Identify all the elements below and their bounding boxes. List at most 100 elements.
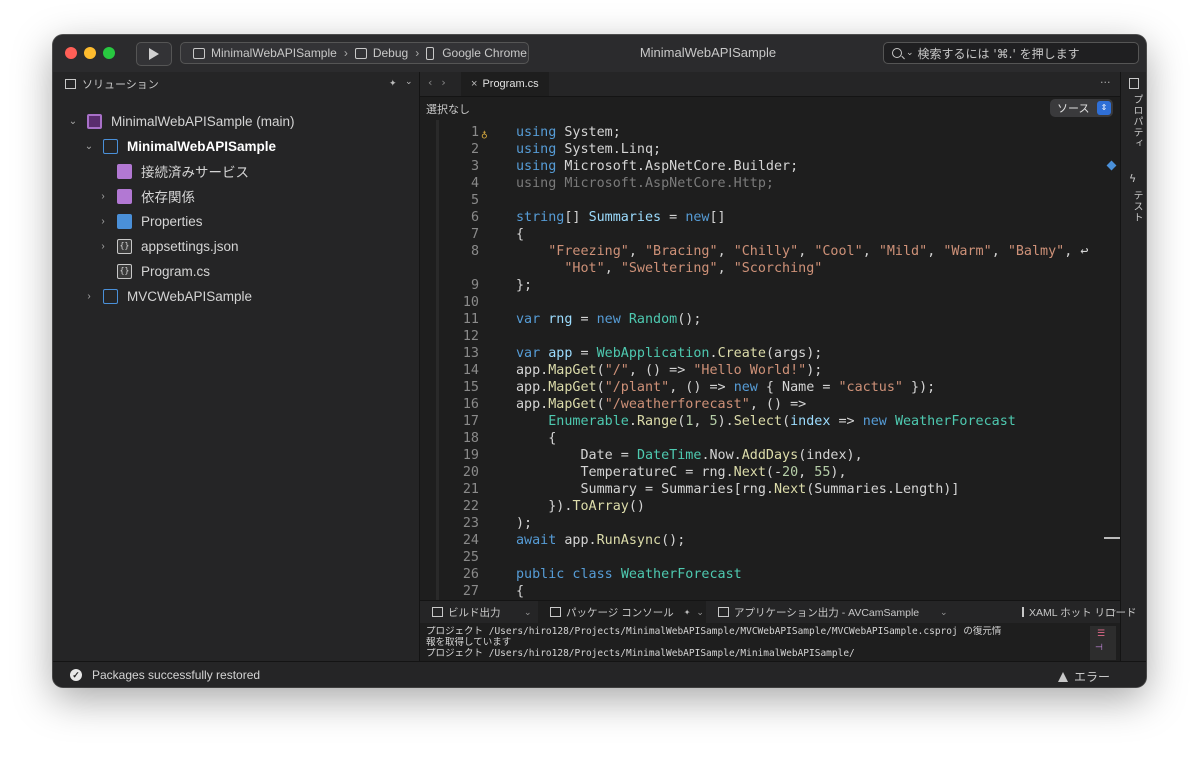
target-config: Debug [372,46,409,60]
run-button[interactable] [136,42,172,66]
chevron-down-icon[interactable]: ⌄ [405,77,413,87]
code-line[interactable]: 1 ♁ using System; [420,124,1120,141]
source-view-selector[interactable]: ソース ⇕ [1050,99,1113,117]
line-number: 20 [462,465,479,480]
tab-program-cs[interactable]: × Program.cs [461,72,549,96]
scroll-position-marker[interactable] [1104,537,1120,539]
code-line[interactable]: 24 await app.RunAsync(); [420,532,1120,549]
tests-tab[interactable]: テスト [1129,190,1144,223]
code-token: 20 [782,465,799,480]
code-line[interactable]: 23); [420,515,1120,532]
code-token: ), [830,465,847,480]
minimize-window-button[interactable] [84,47,96,59]
tree-item-properties[interactable]: › Properties [97,209,203,233]
search-input[interactable]: ⌄ 検索するには '⌘.' を押します [883,42,1139,64]
pin-output-icon[interactable]: ⊣ [1095,643,1103,653]
tree-item-project-minimal[interactable]: ⌄ MinimalWebAPISample [83,134,276,158]
device-icon [426,46,435,60]
tree-item-label: MVCWebAPISample [127,288,253,304]
chevron-down-icon[interactable]: ⌄ [67,116,79,127]
line-number: 26 [462,567,479,582]
code-line[interactable]: 25 [420,549,1120,566]
zoom-window-button[interactable] [103,47,115,59]
chevron-right-icon[interactable]: › [97,216,109,227]
code-line[interactable]: 27 { [420,583,1120,600]
code-line[interactable]: 16 app.MapGet("/weatherforecast", () => [420,396,1120,413]
code-token: new [596,312,621,327]
tree-item-solution[interactable]: ⌄ MinimalWebAPISample (main) [67,109,295,133]
chevron-down-icon[interactable]: ⌄ [83,141,95,152]
code-line[interactable]: 20 TemperatureC = rng.Next(-20, 55), [420,464,1120,481]
solution-pane-title: ソリューション [82,78,159,91]
tree-item-project-mvc[interactable]: › MVCWebAPISample [83,284,252,308]
code-token: () [628,499,645,514]
lightning-icon[interactable]: ϟ [1129,172,1136,185]
code-line[interactable]: 17 Enumerable.Range(1, 5).Select(index =… [420,413,1120,430]
warning-icon [1058,672,1068,682]
chevron-down-icon[interactable]: ⌄ [1110,605,1118,615]
tab-package-console[interactable]: パッケージ コンソール ✦ ⌄ [538,601,706,623]
code-line[interactable]: 21 Summary = Summaries[rng.Next(Summarie… [420,481,1120,498]
code-line[interactable]: 22 }).ToArray() [420,498,1120,515]
code-line[interactable]: 7{ [420,226,1120,243]
code-line[interactable]: "Hot", "Sweltering", "Scorching" [420,260,1120,277]
code-token: RunAsync [596,533,662,548]
tab-xaml-hot-reload[interactable]: XAML ホット リロード [1022,601,1137,623]
pin-icon[interactable]: ✦ [684,608,691,617]
tree-item-dependencies[interactable]: › 依存関係 [97,184,195,208]
chevron-right-icon[interactable]: › [83,291,95,302]
properties-pane-icon[interactable] [1129,78,1139,89]
json-file-icon: {} [117,238,132,254]
chevron-down-icon[interactable]: ⌄ [696,607,704,618]
more-icon[interactable]: ··· [1100,76,1111,89]
line-number: 8 [470,244,479,259]
chevron-down-icon[interactable]: ⌄ [524,607,532,618]
search-placeholder: 検索するには '⌘.' を押します [917,46,1080,61]
chevron-right-icon[interactable]: › [97,241,109,252]
code-line[interactable]: 15 app.MapGet("/plant", () => new { Name … [420,379,1120,396]
code-area[interactable]: 1 ♁ using System; 2 using System.Linq; 3 using… [420,120,1120,600]
chevron-down-icon[interactable]: ⌄ [940,607,948,618]
code-line[interactable]: 10 [420,294,1120,311]
code-token: , [604,261,621,276]
code-line[interactable]: 14 app.MapGet("/", () => "Hello World!"); [420,362,1120,379]
code-token: using [516,142,565,157]
tree-item-label: MinimalWebAPISample [127,138,277,154]
code-editor: ‹› × Program.cs ··· 選択なし ソース ⇕ 1 ♁ using S… [420,72,1120,600]
tab-application-output[interactable]: アプリケーション出力 - AVCamSample ⌄ [718,601,948,623]
tab-build-output[interactable]: ビルド出力 ⌄ [432,601,532,623]
tree-item-connected-services[interactable]: 接続済みサービス [97,159,249,183]
code-token: new [862,414,887,429]
tree-item-label: Properties [141,213,203,229]
dependencies-icon [117,188,132,204]
code-token: Date = [516,448,637,463]
code-line[interactable]: 13 var app = WebApplication.Create(args); [420,345,1120,362]
code-line[interactable]: 3 using Microsoft.AspNetCore.Builder; [420,158,1120,175]
code-line[interactable]: 2 using System.Linq; [420,141,1120,158]
tree-item-appsettings[interactable]: › {} appsettings.json [97,234,239,258]
code-line[interactable]: 19 Date = DateTime.Now.AddDays(index), [420,447,1120,464]
run-target-selector[interactable]: MinimalWebAPISample › Debug › Google Chr… [180,42,529,64]
code-line[interactable]: 18 { [420,430,1120,447]
code-line[interactable]: 6 string[] Summaries = new[] [420,209,1120,226]
selection-indicator[interactable]: 選択なし [426,101,470,117]
chevron-right-icon[interactable]: › [97,191,109,202]
code-line[interactable]: 9}; [420,277,1120,294]
code-line[interactable]: 26 public class WeatherForecast [420,566,1120,583]
code-text: }).ToArray() [516,498,645,515]
code-line[interactable]: 5 [420,192,1120,209]
pin-icon[interactable]: ✦ [389,79,397,89]
error-indicator[interactable]: エラー [1058,668,1110,685]
close-icon[interactable]: × [471,78,477,90]
code-line[interactable]: 11 var rng = new Random(); [420,311,1120,328]
nav-arrows[interactable]: ‹› [428,76,455,89]
code-line[interactable]: 4 using Microsoft.AspNetCore.Http; [420,175,1120,192]
code-line[interactable]: 12 [420,328,1120,345]
code-line[interactable]: 8 "Freezing", "Bracing", "Chilly", "Cool… [420,243,1120,260]
close-window-button[interactable] [65,47,77,59]
properties-tab[interactable]: プロパティ [1129,94,1144,149]
tree-item-program-cs[interactable]: {} Program.cs [97,259,210,283]
console-output: プロジェクト /Users/hiro128/Projects/MinimalWe… [426,626,1086,659]
clear-icon[interactable]: ☰ [1097,629,1105,639]
